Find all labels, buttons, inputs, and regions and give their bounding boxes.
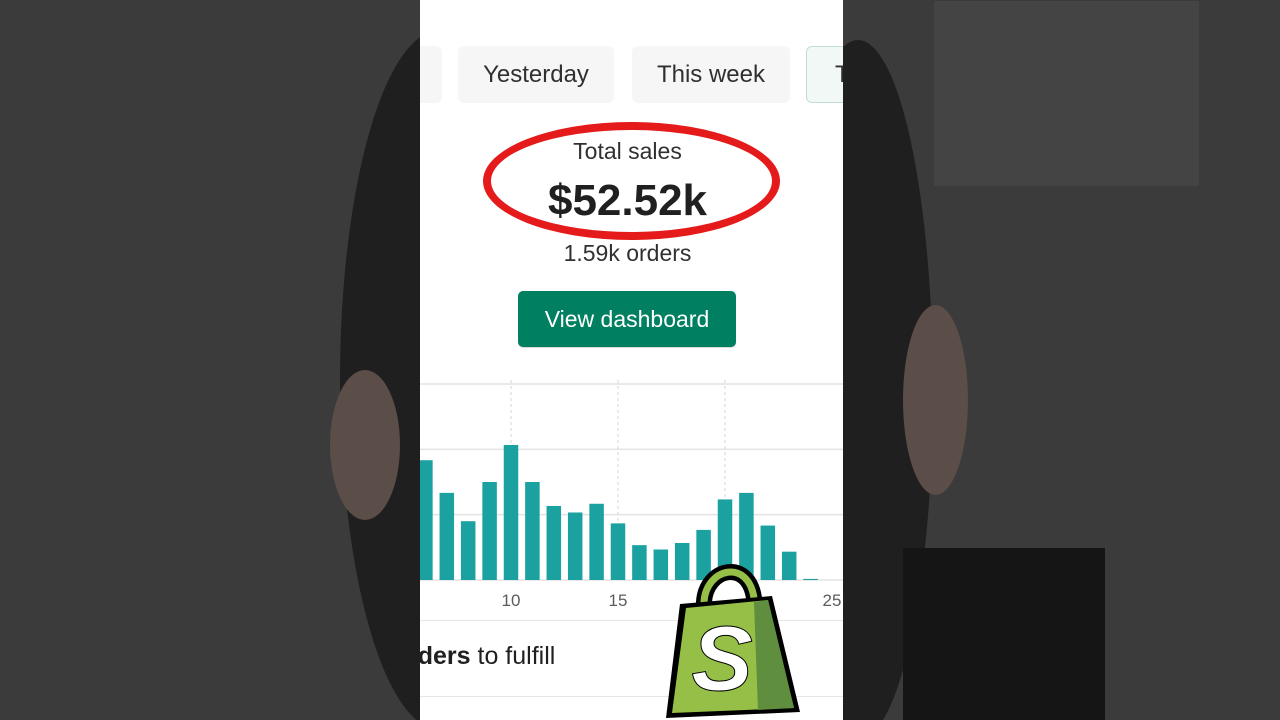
orders-to-fulfill-count: rders <box>420 642 471 670</box>
ear-right <box>903 305 968 495</box>
orders-count: 1.59k orders <box>563 240 692 266</box>
date-chip-partial[interactable]: T <box>806 46 843 103</box>
x-tick-label: 10 <box>502 591 521 610</box>
orders-to-fulfill-text: rders to fulfill <box>420 642 555 671</box>
date-chip-this-week[interactable]: This week <box>632 46 790 103</box>
x-tick-label: 25 <box>823 591 842 610</box>
date-chip-partial-label: T <box>835 60 843 88</box>
chart-bar <box>610 523 626 580</box>
view-dashboard-button[interactable]: View dashboard <box>518 291 736 347</box>
x-tick-label: 15 <box>609 591 628 610</box>
orders-to-fulfill-suffix: to fulfill <box>470 642 556 670</box>
dark-frame <box>903 548 1105 720</box>
shopify-logo-icon: S <box>666 564 800 718</box>
date-chip-today[interactable] <box>420 46 442 103</box>
date-chip-yesterday[interactable]: Yesterday <box>458 46 614 103</box>
date-chip-this-week-label: This week <box>656 60 766 88</box>
background-right <box>843 0 1280 720</box>
chart-bar <box>632 545 647 580</box>
chart-bar <box>546 505 562 580</box>
chart-bar <box>439 492 455 580</box>
wall-panel <box>933 0 1200 187</box>
ear <box>330 370 400 520</box>
chart-bar <box>482 482 497 580</box>
chart-bar <box>503 444 519 580</box>
highlight-circle <box>483 122 780 240</box>
date-chip-yesterday-label: Yesterday <box>483 60 589 88</box>
background-left <box>0 0 420 720</box>
chart-bar <box>589 503 604 580</box>
chart-bar <box>567 512 583 580</box>
shopify-logo-letter: S <box>691 608 752 710</box>
chart-bar <box>460 521 476 580</box>
chart-bar <box>420 460 433 580</box>
chart-bar <box>525 482 540 580</box>
chart-bars <box>420 444 818 580</box>
